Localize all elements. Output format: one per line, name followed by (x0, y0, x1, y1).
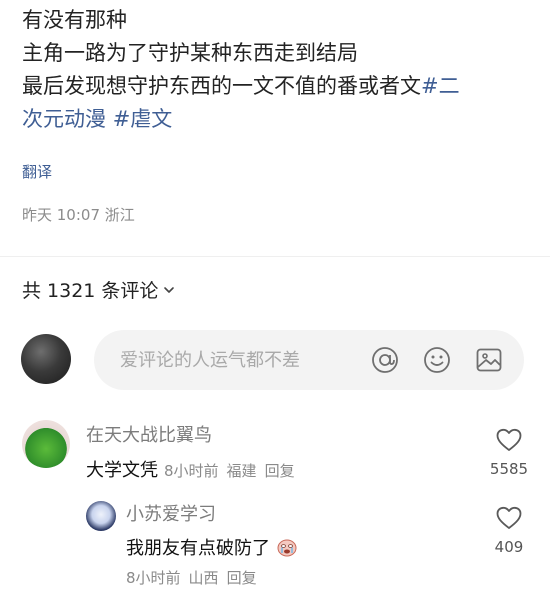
comment-text-body: 大学文凭 (86, 460, 158, 481)
reply-time: 8小时前 (126, 569, 181, 587)
hashtag-link-1-cont[interactable]: 次元动漫 (22, 107, 106, 131)
divider (0, 256, 550, 257)
reply-text: 我朋友有点破防了 (126, 534, 298, 560)
hashtag-link-2[interactable]: #虐文 (113, 107, 173, 131)
comment-input-box[interactable] (94, 330, 524, 390)
image-icon[interactable] (474, 345, 504, 375)
comment-avatar[interactable] (22, 420, 70, 468)
smiley-icon[interactable] (422, 345, 452, 375)
like-count: 5585 (489, 460, 529, 478)
comment-reply-button[interactable]: 回复 (265, 462, 295, 480)
reply-location: 山西 (188, 569, 219, 587)
crying-face-emoji-icon (277, 539, 297, 557)
comments-count-toggle[interactable]: 共 1321 条评论 (22, 276, 176, 303)
post-line-1: 有没有那种 (22, 8, 127, 32)
comment-location: 福建 (226, 462, 257, 480)
reply-text-body: 我朋友有点破防了 (126, 538, 270, 559)
post-line-4: 次元动漫 #虐文 (22, 103, 532, 136)
reply-reply-button[interactable]: 回复 (227, 569, 257, 587)
heart-icon[interactable] (495, 427, 523, 453)
current-user-avatar[interactable] (21, 334, 71, 384)
comment-username[interactable]: 在天大战比翼鸟 (86, 421, 212, 447)
chevron-down-icon (164, 286, 175, 293)
comment-input[interactable] (118, 348, 362, 372)
at-icon[interactable] (370, 345, 400, 375)
comments-count-label: 共 1321 条评论 (22, 280, 159, 302)
post-line-2: 主角一路为了守护某种东西走到结局 (22, 41, 358, 65)
comment-time: 8小时前 (164, 462, 219, 480)
heart-icon[interactable] (495, 505, 523, 531)
reply-avatar[interactable] (86, 501, 116, 531)
comment-text: 大学文凭 8小时前 福建 回复 (86, 456, 303, 482)
translate-button[interactable]: 翻译 (22, 161, 52, 182)
reply-meta: 8小时前 山西 回复 (126, 567, 265, 588)
comment-meta: 8小时前 福建 回复 (164, 462, 303, 480)
post-body: 有没有那种 主角一路为了守护某种东西走到结局 最后发现想守护东西的一文不值的番或… (22, 4, 532, 136)
reply-username[interactable]: 小苏爱学习 (126, 500, 216, 526)
hashtag-link-1[interactable]: #二 (421, 74, 460, 98)
post-line-3: 最后发现想守护东西的一文不值的番或者文#二 (22, 70, 532, 103)
like-count: 409 (494, 538, 524, 556)
post-meta: 昨天 10:07 浙江 (22, 206, 135, 224)
post-line-3-text: 最后发现想守护东西的一文不值的番或者文 (22, 74, 421, 98)
